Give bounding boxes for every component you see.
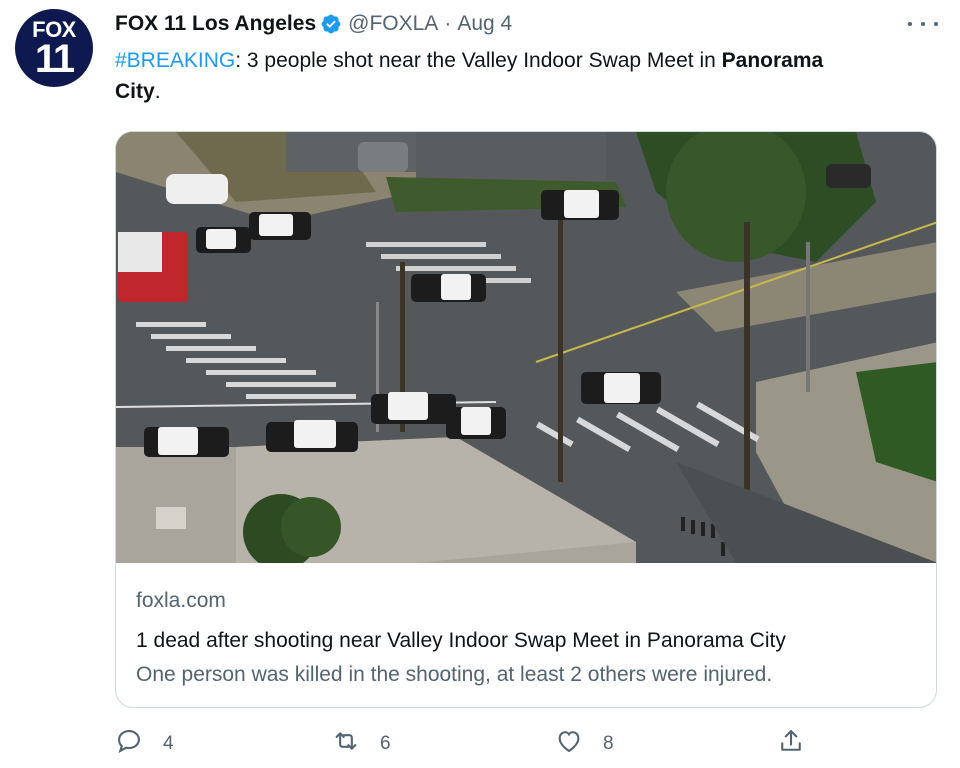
share-icon [777,727,805,761]
card-title[interactable]: 1 dead after shooting near Valley Indoor… [136,623,916,659]
retweet-button[interactable]: 6 [332,728,391,760]
tweet-text-end: . [154,80,161,103]
tweet-text-middle: : 3 people shot near the Valley Indoor S… [235,49,722,72]
link-card[interactable]: foxla.com 1 dead after shooting near Val… [115,131,937,708]
reply-count: 4 [163,733,174,754]
tweet-header: FOX 11 Los Angeles @FOXLA · Aug 4 [115,10,512,38]
heart-icon [555,727,583,761]
verified-badge-icon [320,13,342,35]
tweet-text: #BREAKING: 3 people shot near the Valley… [115,45,945,107]
more-options-icon[interactable] [908,14,938,34]
avatar[interactable]: FOX 11 [15,9,93,87]
tweet-place-bold-1: Panorama [721,49,824,72]
retweet-icon [332,727,360,761]
hashtag-link[interactable]: #BREAKING [115,49,235,72]
like-count: 8 [603,733,614,754]
reply-button[interactable]: 4 [115,728,174,760]
like-button[interactable]: 8 [555,728,614,760]
account-handle[interactable]: @FOXLA [348,12,438,36]
tweet-actions: 4 6 8 [115,728,815,760]
card-image[interactable] [116,132,936,563]
retweet-count: 6 [380,733,391,754]
card-text: foxla.com 1 dead after shooting near Val… [136,587,916,691]
tweet-date[interactable]: Aug 4 [457,12,512,36]
avatar-text-bottom: 11 [34,37,75,81]
reply-icon [115,727,143,761]
account-name[interactable]: FOX 11 Los Angeles [115,12,316,36]
separator-dot: · [444,12,452,35]
tweet-place-bold-2: City [115,80,155,103]
card-domain: foxla.com [136,589,226,612]
tweet[interactable]: FOX 11 FOX 11 Los Angeles @FOXLA · Aug 4… [0,0,960,768]
card-description: One person was killed in the shooting, a… [136,663,773,686]
share-button[interactable] [777,728,805,760]
